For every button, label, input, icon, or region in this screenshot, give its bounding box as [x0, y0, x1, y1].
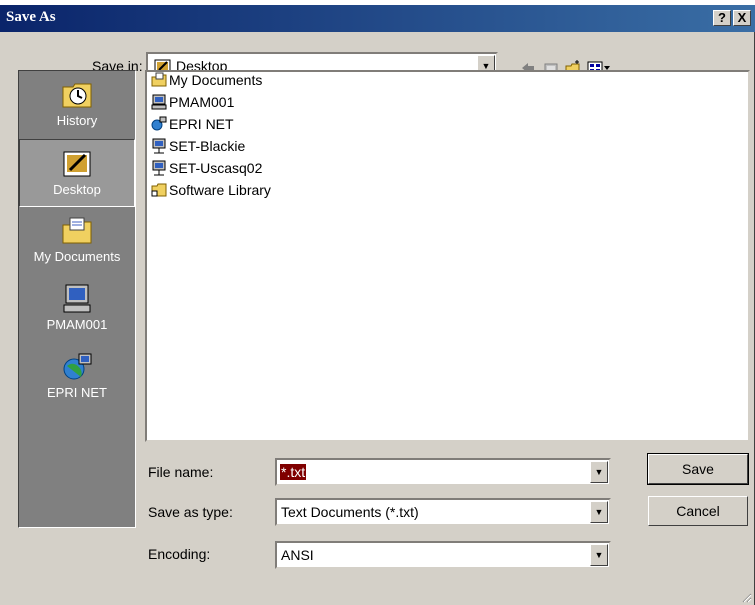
network-icon	[63, 353, 92, 380]
list-item[interactable]: SET-Blackie	[151, 138, 245, 160]
network-computer-icon	[152, 160, 166, 176]
encoding-label: Encoding:	[148, 546, 211, 562]
file-name: Software Library	[169, 182, 271, 198]
folder-shortcut-icon	[151, 183, 167, 197]
chevron-down-icon: ▼	[594, 507, 604, 517]
list-item[interactable]: Software Library	[151, 182, 271, 204]
place-pmam001[interactable]: PMAM001	[19, 275, 135, 343]
desktop-icon	[63, 151, 91, 177]
save-as-type-value: Text Documents (*.txt)	[281, 504, 419, 520]
file-name-combo[interactable]: *.txt ▼	[275, 458, 611, 486]
place-desktop-label: Desktop	[53, 182, 101, 197]
file-list[interactable]: My Documents PMAM001 EPRI NET SET-Blacki…	[145, 70, 750, 442]
network-icon	[151, 116, 167, 131]
history-icon	[62, 83, 92, 108]
save-as-type-label: Save as type:	[148, 504, 233, 520]
title-bar: Save As ? X	[0, 5, 755, 32]
list-item[interactable]: SET-Uscasq02	[151, 160, 262, 182]
file-name-label: File name:	[148, 464, 214, 480]
save-as-type-dropdown-button[interactable]: ▼	[590, 501, 608, 523]
place-desktop[interactable]: Desktop	[19, 139, 135, 207]
dialog-title: Save As	[6, 9, 56, 25]
file-name-dropdown-button[interactable]: ▼	[590, 461, 608, 483]
file-name: SET-Uscasq02	[169, 160, 263, 176]
file-name: EPRI NET	[169, 116, 234, 132]
file-name: My Documents	[169, 72, 263, 88]
encoding-value: ANSI	[281, 547, 314, 563]
place-pmam001-label: PMAM001	[46, 317, 108, 332]
file-name: PMAM001	[169, 94, 235, 110]
place-history[interactable]: History	[19, 71, 135, 139]
computer-icon	[63, 284, 91, 313]
place-epri-net[interactable]: EPRI NET	[19, 343, 135, 411]
save-as-dialog: Save As ? X Save in: Desktop ▼ History D…	[0, 5, 755, 605]
list-item[interactable]: EPRI NET	[151, 116, 234, 138]
save-button[interactable]: Save	[647, 453, 749, 485]
place-my-documents[interactable]: My Documents	[19, 207, 135, 275]
my-documents-icon	[62, 217, 92, 244]
place-my-documents-label: My Documents	[33, 249, 121, 264]
resize-grip-icon[interactable]	[740, 591, 752, 603]
chevron-down-icon: ▼	[594, 467, 604, 477]
computer-icon	[151, 94, 167, 110]
encoding-dropdown-button[interactable]: ▼	[590, 544, 608, 566]
close-button[interactable]: X	[733, 10, 751, 26]
save-as-type-select[interactable]: Text Documents (*.txt) ▼	[275, 498, 611, 526]
file-name: SET-Blackie	[169, 138, 246, 154]
cancel-button[interactable]: Cancel	[648, 496, 748, 526]
chevron-down-icon: ▼	[594, 550, 604, 560]
network-computer-icon	[152, 138, 166, 154]
list-item[interactable]: My Documents	[151, 72, 262, 94]
help-button[interactable]: ?	[713, 10, 731, 26]
place-history-label: History	[56, 113, 98, 128]
list-item[interactable]: PMAM001	[151, 94, 234, 116]
place-epri-net-label: EPRI NET	[47, 385, 107, 400]
file-name-input[interactable]: *.txt	[280, 464, 307, 480]
encoding-select[interactable]: ANSI ▼	[275, 541, 611, 569]
my-documents-icon	[151, 72, 167, 87]
places-bar: History Desktop My Documents PMAM001 EPR…	[18, 70, 136, 528]
